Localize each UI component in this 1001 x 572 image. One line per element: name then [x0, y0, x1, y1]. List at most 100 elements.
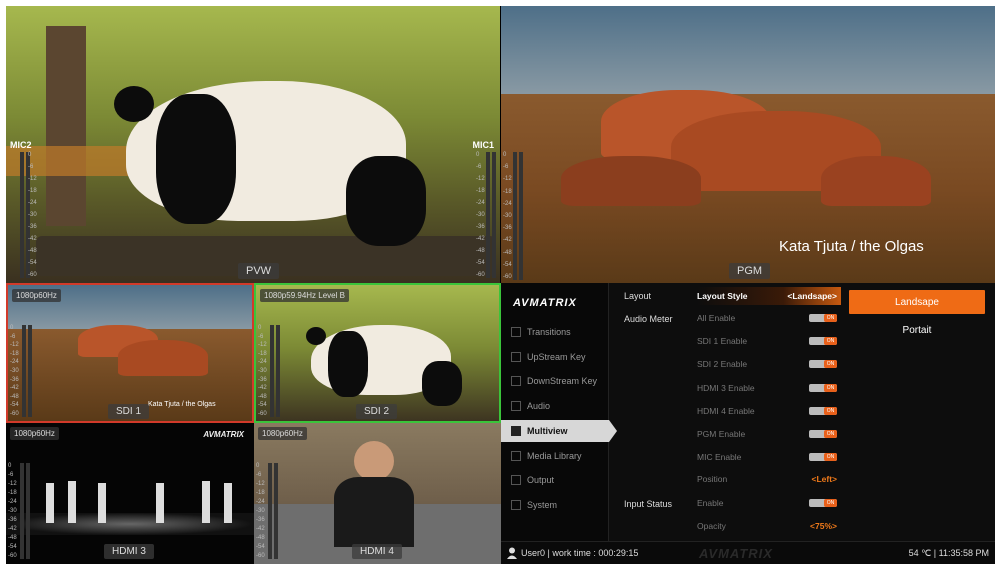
enable-toggle[interactable]: ON: [809, 406, 837, 415]
meter-scale-tick: -24: [8, 499, 17, 505]
mic-left-label: MIC2: [10, 140, 32, 150]
meter-scale-tick: -42: [256, 526, 265, 532]
setting-label: MIC Enable: [697, 452, 742, 463]
opacity-label: Opacity: [697, 521, 726, 531]
meter-scale-tick: -12: [503, 176, 512, 183]
meter-scale-tick: -6: [476, 164, 482, 170]
meter-scale-tick: -36: [258, 376, 267, 383]
system-icon: [511, 499, 521, 510]
hdmi4-audio-meter: 0 -6 -12 -18 -24 -30 -36 -42 -48 -54 -60: [256, 463, 278, 559]
enable-toggle[interactable]: ON: [809, 430, 837, 438]
toggle-state: ON: [824, 360, 837, 369]
setting-row: HDMI 4 Enable ON: [697, 402, 837, 420]
enable-toggle[interactable]: ON: [809, 499, 837, 507]
nav-item-downstream-key[interactable]: DownStream Key: [501, 370, 609, 392]
meter-scale-tick: -48: [8, 535, 17, 541]
program-label: PGM: [729, 263, 771, 279]
user-worktime: User0 | work time : 000:29:15: [521, 548, 639, 558]
setting-label: Enable: [697, 498, 724, 508]
sidebar: AVMATRIX Transitions UpStream Key DownStre…: [501, 283, 617, 541]
program-audio-meter: 0 -6 -12 -18 -24 -30 -36 -42 -48 -54 -60: [503, 152, 523, 280]
meter-scale-tick: -12: [10, 342, 19, 349]
setting-row: MIC Enable ON: [697, 448, 837, 466]
nav-item-label: Audio: [527, 401, 551, 412]
toggle-state: ON: [824, 337, 837, 346]
enable-toggle[interactable]: ON: [809, 337, 837, 346]
nav-item-multiview[interactable]: Multiview: [501, 419, 617, 442]
enable-toggle[interactable]: ON: [809, 314, 837, 322]
nav-item-audio[interactable]: Audio: [501, 395, 609, 417]
opacity-row[interactable]: Opacity <75%>: [697, 517, 837, 535]
meter-scale-tick: -24: [476, 200, 485, 206]
setting-label: All Enable: [697, 313, 736, 323]
downstream-key-icon: [511, 376, 521, 387]
meter-scale-tick: -54: [28, 260, 37, 266]
input-sdi2-pane[interactable]: 1080p59.94Hz Level B 0 -6 -12 -18 -24 -30 -36 -…: [254, 283, 501, 423]
media-library-icon: [511, 450, 521, 461]
enable-toggle[interactable]: ON: [809, 383, 837, 392]
meter-scale-tick: -42: [8, 526, 17, 532]
toggle-state: ON: [824, 453, 837, 462]
meter-scale-tick: -30: [10, 368, 19, 374]
meter-scale-tick: -54: [476, 260, 485, 266]
nav-item-label: DownStream Key: [527, 376, 598, 387]
preview-pane[interactable]: MIC2 MIC1 0 -6 -12 -18 -24 -30 -36 -42 -48 -54 -60…: [6, 6, 500, 283]
enable-toggle[interactable]: ON: [809, 360, 837, 369]
enable-toggle[interactable]: ON: [809, 453, 837, 462]
nav-item-label: Multiview: [527, 425, 568, 436]
sdi1-format-badge: 1080p60Hz: [12, 289, 61, 302]
multiview-icon: [511, 425, 521, 436]
meter-scale-tick: -6: [10, 333, 16, 340]
setting-row: PGM Enable ON: [697, 425, 837, 443]
input-hdmi4-pane[interactable]: 1080p60Hz 0 -6 -12 -18 -24 -30 -36 -42 -48 -54 -60…: [254, 423, 501, 564]
meter-scale-tick: -6: [258, 333, 264, 340]
nav-item-label: System: [527, 499, 558, 510]
setting-row: SDI 1 Enable ON: [697, 332, 837, 350]
meter-scale-tick: -42: [28, 236, 37, 242]
position-value[interactable]: <Left>: [811, 474, 837, 484]
meter-scale-tick: -18: [503, 188, 512, 195]
nav-item-transitions[interactable]: Transitions: [501, 321, 609, 343]
input-sdi1-pane[interactable]: 1080p60Hz 0 -6 -12 -18 -24 -30 -36 -42 -48 -54 -60…: [6, 283, 254, 423]
nav-item-media-library[interactable]: Media Library: [501, 445, 609, 467]
meter-scale-tick: -6: [8, 472, 14, 478]
opacity-value[interactable]: <75%>: [810, 521, 837, 531]
meter-scale-tick: 0: [8, 463, 12, 469]
meter-scale-tick: -30: [28, 212, 37, 218]
meter-scale-tick: -60: [8, 553, 17, 559]
sdi2-format-badge: 1080p59.94Hz Level B: [260, 289, 349, 302]
mic1-audio-meter: 0 -6 -12 -18 -24 -30 -36 -42 -48 -54 -60: [476, 152, 496, 278]
meter-scale-tick: 0: [503, 152, 507, 158]
meter-scale-tick: 0: [28, 152, 32, 158]
setting-row: All Enable ON: [697, 309, 837, 327]
meter-scale-tick: -30: [8, 508, 17, 514]
layout-style-row[interactable]: Layout Style <Landsape>: [697, 287, 841, 305]
meter-scale-tick: -18: [258, 350, 267, 357]
setting-label: SDI 1 Enable: [697, 336, 748, 347]
nav-item-upstream-key[interactable]: UpStream Key: [501, 346, 609, 368]
section-audio-meter: Audio Meter: [624, 314, 673, 324]
layout-option-landsape[interactable]: Landsape: [849, 290, 985, 314]
nav-item-output[interactable]: Output: [501, 469, 609, 491]
transitions-icon: [511, 327, 521, 337]
meter-scale-tick: -36: [256, 517, 265, 523]
meter-scale-tick: -48: [258, 393, 267, 400]
layout-style-value[interactable]: <Landsape>: [787, 291, 841, 301]
meter-scale-tick: -18: [8, 490, 17, 496]
hdmi3-label: HDMI 3: [104, 544, 154, 559]
meter-scale-tick: -54: [10, 402, 19, 409]
program-caption: Kata Tjuta / the Olgas: [779, 238, 924, 255]
meter-scale-tick: -18: [10, 350, 19, 357]
hdmi4-label: HDMI 4: [352, 544, 402, 559]
position-row[interactable]: Position <Left>: [697, 470, 837, 488]
meter-scale-tick: -30: [503, 213, 512, 219]
input-hdmi3-pane[interactable]: 1080p60Hz AVMATRIX 0 -6 -12 -18 -24 -30 -36 -42…: [6, 423, 254, 564]
meter-scale-tick: 0: [256, 463, 260, 469]
audio-icon: [511, 401, 521, 412]
nav-item-system[interactable]: System: [501, 494, 609, 516]
program-pane[interactable]: 0 -6 -12 -18 -24 -30 -36 -42 -48 -54 -60 Kata Tjut…: [501, 6, 995, 283]
setting-label: SDI 2 Enable: [697, 359, 748, 370]
layout-option-portait[interactable]: Portait: [849, 318, 985, 342]
nav-item-label: UpStream Key: [527, 351, 586, 362]
section-input-status: Input Status: [624, 499, 673, 509]
